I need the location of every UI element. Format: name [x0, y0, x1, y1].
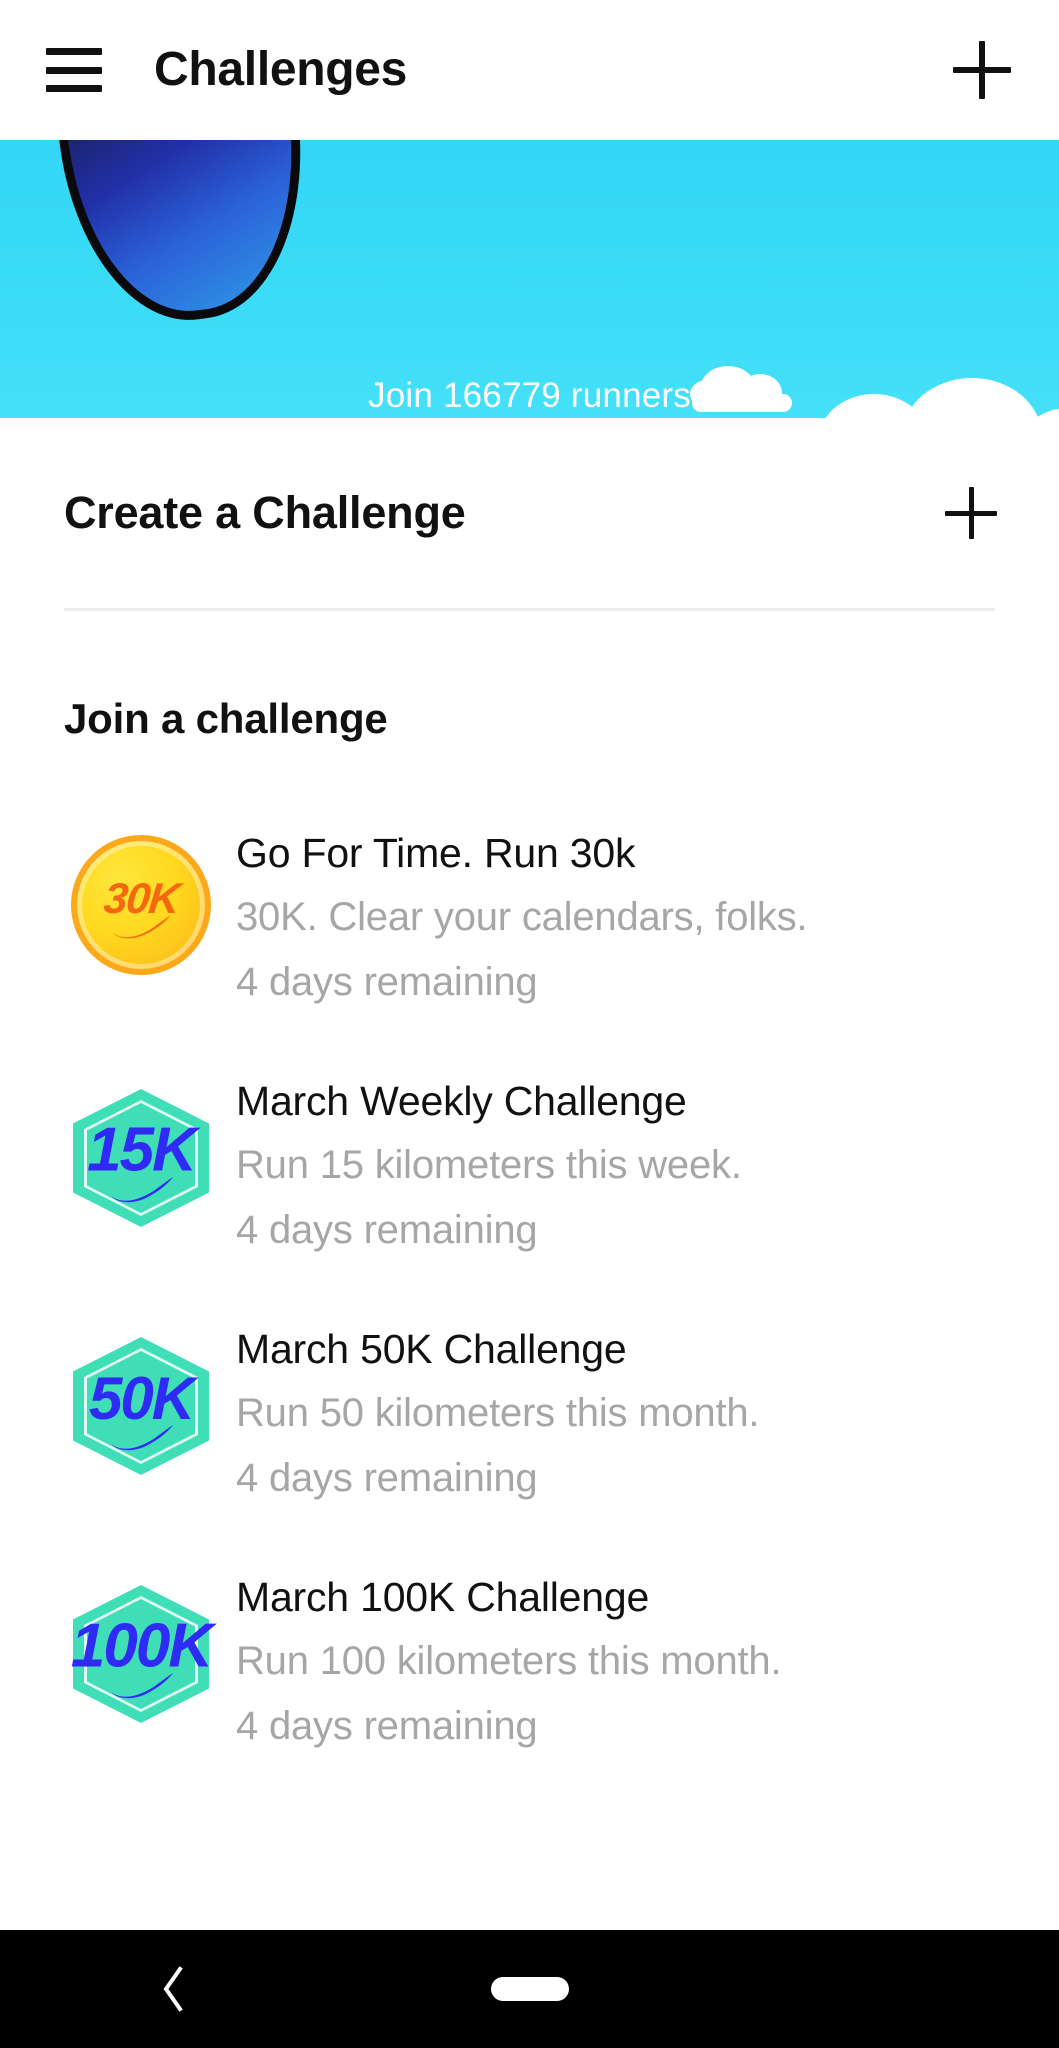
challenge-title: March 50K Challenge — [236, 1326, 627, 1372]
list-item[interactable]: 100K March 100K Challenge Run 100 kilome… — [0, 1539, 1059, 1787]
challenge-days-remaining: 4 days remaining — [236, 1208, 538, 1253]
challenge-description: Run 100 kilometers this month. — [236, 1639, 782, 1684]
badge-label: 100K — [70, 1611, 213, 1681]
challenge-days-remaining: 4 days remaining — [236, 1456, 538, 1501]
challenge-description: Run 50 kilometers this month. — [236, 1391, 760, 1436]
challenge-badge: 50K — [64, 1313, 218, 1481]
challenge-text: Go For Time. Run 30k 30K. Clear your cal… — [218, 817, 1019, 1009]
banner-runner-count: Join 166779 runners — [368, 376, 691, 415]
list-item[interactable]: 15K March Weekly Challenge Run 15 kilome… — [0, 1043, 1059, 1291]
challenge-list: 30K Go For Time. Run 30k 30K. Clear your… — [0, 795, 1059, 1787]
challenge-days-remaining: 4 days remaining — [236, 960, 538, 1005]
challenge-days-remaining: 4 days remaining — [236, 1704, 538, 1749]
badge-label: 50K — [88, 1364, 195, 1432]
challenge-description: Run 15 kilometers this week. — [236, 1143, 742, 1188]
challenge-text: March Weekly Challenge Run 15 kilometers… — [218, 1065, 1019, 1257]
hexagon-badge-icon: 15K — [65, 1083, 217, 1233]
challenge-description: 30K. Clear your calendars, folks. — [236, 895, 808, 940]
page-title: Challenges — [154, 43, 408, 96]
plus-icon[interactable] — [945, 487, 997, 539]
content-scroll-area[interactable]: Create a Challenge Join a challenge 30K — [0, 418, 1059, 1930]
create-challenge-row[interactable]: Create a Challenge — [0, 418, 1059, 608]
android-navigation-bar — [0, 1930, 1059, 2048]
list-item[interactable]: 30K Go For Time. Run 30k 30K. Clear your… — [0, 795, 1059, 1043]
back-chevron-icon[interactable] — [158, 1966, 188, 2012]
challenge-badge: 30K — [64, 817, 218, 975]
hexagon-badge-icon: 50K — [65, 1331, 217, 1481]
swoosh-icon — [113, 915, 171, 939]
challenge-badge: 15K — [64, 1065, 218, 1233]
hamburger-menu-icon[interactable] — [46, 48, 102, 92]
challenge-badge: 100K — [64, 1561, 218, 1729]
coin-badge-icon: 30K — [71, 835, 211, 975]
promo-banner[interactable]: Join 166779 runners — [0, 140, 1059, 418]
hexagon-badge-icon: 100K — [65, 1579, 217, 1729]
app-screen: Challenges Join 166779 runners Create a … — [0, 0, 1059, 2048]
challenge-title: March Weekly Challenge — [236, 1078, 687, 1124]
app-header: Challenges — [0, 0, 1059, 140]
challenge-title: March 100K Challenge — [236, 1574, 650, 1620]
badge-label: 15K — [87, 1115, 197, 1185]
create-challenge-label: Create a Challenge — [64, 487, 466, 538]
challenge-text: March 100K Challenge Run 100 kilometers … — [218, 1561, 1019, 1753]
plus-icon[interactable] — [953, 41, 1011, 99]
challenge-text: March 50K Challenge Run 50 kilometers th… — [218, 1313, 1019, 1505]
home-pill-icon[interactable] — [490, 1977, 569, 2001]
list-item[interactable]: 50K March 50K Challenge Run 50 kilometer… — [0, 1291, 1059, 1539]
join-challenge-heading: Join a challenge — [64, 695, 388, 742]
challenge-title: Go For Time. Run 30k — [236, 830, 636, 876]
